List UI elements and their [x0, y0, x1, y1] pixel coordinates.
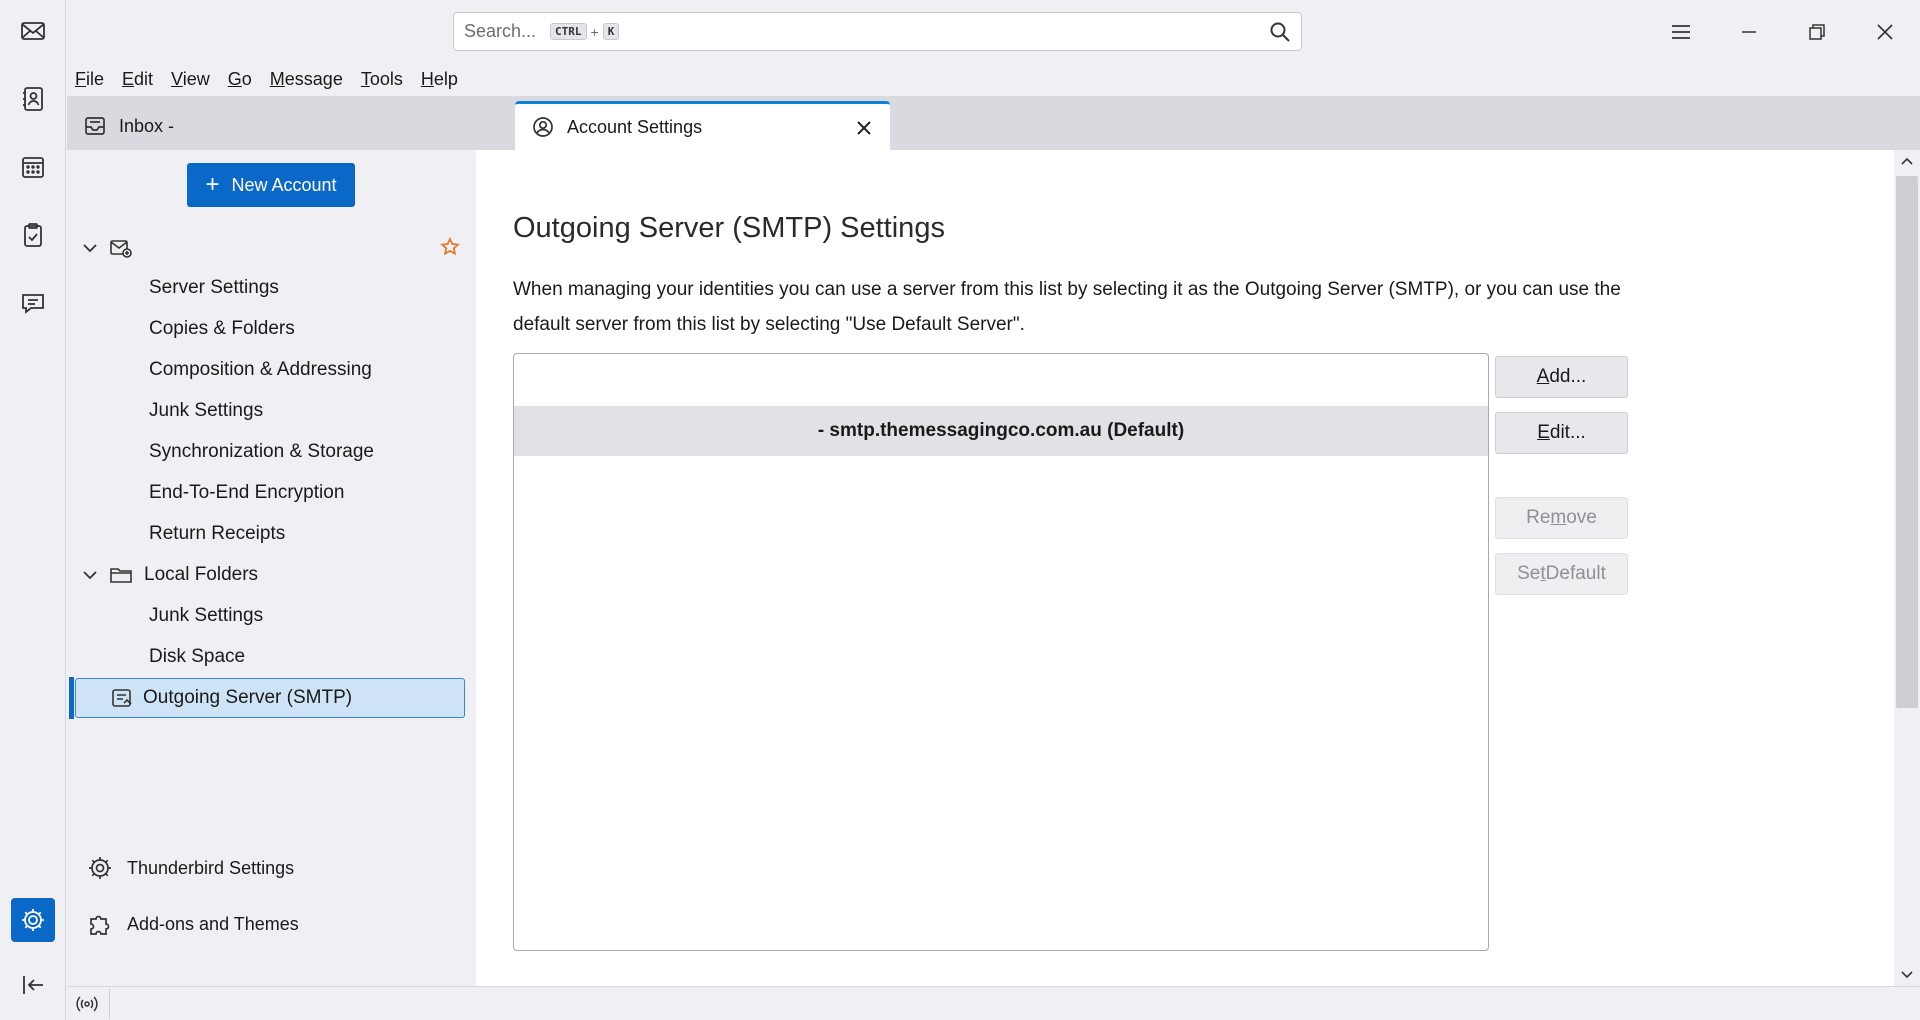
restore-icon[interactable]: [1795, 10, 1839, 54]
collapse-toolbar-icon[interactable]: [14, 966, 52, 1004]
menu-view[interactable]: View: [171, 69, 210, 90]
menu-tools[interactable]: Tools: [361, 69, 403, 90]
addons-themes-label: Add-ons and Themes: [127, 913, 299, 934]
close-tab-icon[interactable]: [852, 116, 876, 140]
chat-icon[interactable]: [14, 284, 52, 322]
set-default-button[interactable]: Se t Default: [1495, 553, 1628, 595]
menu-file[interactable]: File: [75, 69, 104, 90]
search-input[interactable]: Search... CTRL + K: [453, 12, 1302, 51]
page-title: Outgoing Server (SMTP) Settings: [513, 212, 945, 244]
list-item[interactable]: - smtp.themessagingco.com.au (Default): [514, 406, 1488, 456]
tab-bar: Inbox - Account Settings: [67, 96, 1920, 150]
settings-gear-icon[interactable]: [11, 898, 55, 942]
tab-label: Inbox -: [119, 115, 175, 136]
calendar-icon[interactable]: [14, 148, 52, 186]
shortcut-key: CTRL: [550, 23, 587, 40]
divider: [109, 989, 110, 1019]
page-description: When managing your identities you can us…: [513, 279, 1621, 335]
thunderbird-settings-label: Thunderbird Settings: [127, 857, 295, 878]
sidebar-item-label: Copies & Folders: [149, 318, 295, 339]
tab-inbox[interactable]: Inbox -: [67, 102, 445, 150]
sidebar-item-return-receipts[interactable]: Return Receipts: [67, 514, 476, 554]
sidebar-item-server-settings[interactable]: Server Settings: [67, 268, 476, 308]
sidebar-item-label: End-To-End Encryption: [149, 482, 345, 503]
thunderbird-settings-link[interactable]: Thunderbird Settings: [87, 848, 294, 888]
shortcut-key: K: [602, 23, 620, 40]
server-entry-label: - smtp.themessagingco.com.au (Default): [817, 420, 1185, 441]
folder-icon: [109, 563, 133, 587]
sidebar-item-outgoing-server[interactable]: Outgoing Server (SMTP): [75, 678, 465, 718]
account-tree-sidebar: Server Settings Copies & Folders Composi…: [67, 150, 476, 986]
account-row[interactable]: [67, 228, 476, 268]
close-window-icon[interactable]: [1863, 10, 1907, 54]
scrollbar-thumb[interactable]: [1896, 176, 1918, 708]
puzzle-piece-icon: [87, 911, 127, 937]
menu-bar: File Edit View Go Message Tools Help: [67, 63, 1920, 96]
sidebar-item-label: Disk Space: [149, 646, 246, 667]
online-status-icon[interactable]: [75, 993, 99, 1015]
edit-button[interactable]: Edit...: [1495, 412, 1628, 454]
menu-help[interactable]: Help: [421, 69, 458, 90]
sidebar-item-label: Server Settings: [149, 277, 279, 298]
chevron-down-icon[interactable]: [81, 239, 99, 257]
sidebar-item-local-junk-settings[interactable]: Junk Settings: [67, 596, 476, 636]
sidebar-item-label: Composition & Addressing: [149, 359, 372, 380]
tab-account-settings[interactable]: Account Settings: [515, 101, 890, 150]
add-button[interactable]: Add...: [1495, 356, 1628, 398]
sidebar-item-label: Outgoing Server (SMTP): [143, 687, 353, 708]
sidebar-item-label: Local Folders: [144, 564, 259, 585]
chevron-down-icon[interactable]: [81, 566, 99, 584]
sidebar-item-label: Synchronization & Storage: [149, 441, 374, 462]
mail-account-icon: [109, 236, 133, 260]
menu-message[interactable]: Message: [270, 69, 343, 90]
spaces-toolbar: [0, 0, 66, 1020]
plus-icon: +: [205, 171, 220, 198]
search-placeholder: Search...: [464, 21, 537, 41]
selection-marker: [69, 677, 74, 719]
sidebar-item-local-folders[interactable]: Local Folders: [67, 555, 476, 595]
minimize-icon[interactable]: [1727, 10, 1771, 54]
tasks-icon[interactable]: [14, 216, 52, 254]
menu-go[interactable]: Go: [228, 69, 252, 90]
new-account-button[interactable]: + New Account: [187, 163, 355, 207]
app-menu-icon[interactable]: [1659, 10, 1703, 54]
sidebar-item-label: Return Receipts: [149, 523, 286, 544]
sidebar-item-junk-settings[interactable]: Junk Settings: [67, 391, 476, 431]
sidebar-item-end-to-end-encryption[interactable]: End-To-End Encryption: [67, 473, 476, 513]
sidebar-item-label: Junk Settings: [149, 605, 264, 626]
smtp-server-list[interactable]: - smtp.themessagingco.com.au (Default): [513, 353, 1489, 951]
menu-edit[interactable]: Edit: [122, 69, 153, 90]
tab-label: Account Settings: [567, 116, 703, 137]
sidebar-item-disk-space[interactable]: Disk Space: [67, 637, 476, 677]
shortcut-plus: +: [590, 23, 599, 40]
sidebar-item-label: Junk Settings: [149, 400, 264, 421]
outgoing-server-icon: [110, 686, 134, 710]
scroll-down-icon[interactable]: [1900, 968, 1914, 982]
sidebar-item-copies-folders[interactable]: Copies & Folders: [67, 309, 476, 349]
sidebar-item-synchronization-storage[interactable]: Synchronization & Storage: [67, 432, 476, 472]
account-settings-icon: [531, 115, 567, 139]
status-bar: [67, 986, 1920, 1020]
addons-themes-link[interactable]: Add-ons and Themes: [87, 904, 299, 944]
default-account-star-icon: [440, 237, 460, 257]
search-icon[interactable]: [1269, 21, 1291, 43]
new-account-label: New Account: [231, 174, 337, 195]
sidebar-item-composition-addressing[interactable]: Composition & Addressing: [67, 350, 476, 390]
mail-icon[interactable]: [14, 12, 52, 50]
inbox-icon: [83, 114, 119, 138]
scroll-up-icon[interactable]: [1900, 154, 1914, 168]
remove-button[interactable]: Re m ove: [1495, 497, 1628, 539]
address-book-icon[interactable]: [14, 80, 52, 118]
gear-icon: [87, 855, 127, 881]
